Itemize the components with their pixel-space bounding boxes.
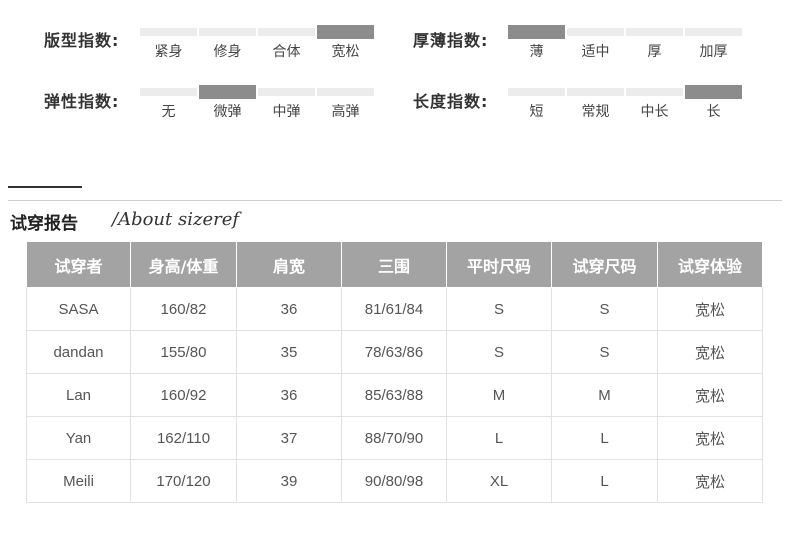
table-cell: S	[446, 287, 552, 331]
header-height-weight: 身高/体重	[130, 241, 237, 288]
elasticity-option: 微弹	[199, 85, 256, 128]
table-cell: 81/61/84	[341, 287, 447, 331]
length-option: 短	[508, 88, 565, 128]
fit-option: 修身	[199, 28, 256, 68]
header-tester: 试穿者	[26, 241, 131, 288]
thickness-index-label: 厚薄指数:	[413, 31, 489, 50]
table-cell: M	[551, 373, 658, 417]
table-cell: 宽松	[657, 373, 763, 417]
table-cell: 36	[236, 287, 342, 331]
section-divider	[8, 200, 782, 201]
table-cell: S	[551, 287, 658, 331]
header-experience: 试穿体验	[657, 241, 763, 288]
fit-index-label: 版型指数:	[44, 31, 120, 50]
table-row: Lan 160/92 36 85/63/88 M M 宽松	[26, 373, 763, 417]
table-header-row: 试穿者 身高/体重 肩宽 三围 平时尺码 试穿尺码 试穿体验	[26, 241, 763, 288]
table-cell: 170/120	[130, 459, 237, 503]
thickness-option: 适中	[567, 28, 624, 68]
length-option: 长	[685, 85, 742, 128]
fit-option: 合体	[258, 28, 315, 68]
header-shoulder: 肩宽	[236, 241, 342, 288]
table-cell: 36	[236, 373, 342, 417]
length-option: 常规	[567, 88, 624, 128]
table-cell: dandan	[26, 330, 131, 374]
length-index-label: 长度指数:	[413, 92, 489, 111]
table-cell: 宽松	[657, 330, 763, 374]
table-cell: 39	[236, 459, 342, 503]
table-cell: 162/110	[130, 416, 237, 460]
table-cell: 35	[236, 330, 342, 374]
table-cell: S	[551, 330, 658, 374]
fit-option: 紧身	[140, 28, 197, 68]
header-usual-size: 平时尺码	[446, 241, 552, 288]
table-cell: L	[551, 459, 658, 503]
elasticity-option: 无	[140, 88, 197, 128]
section-accent-rule	[8, 186, 82, 188]
table-cell: Meili	[26, 459, 131, 503]
table-cell: M	[446, 373, 552, 417]
table-cell: 160/82	[130, 287, 237, 331]
table-cell: 155/80	[130, 330, 237, 374]
thickness-option: 薄	[508, 25, 565, 68]
table-cell: L	[446, 416, 552, 460]
thickness-option: 厚	[626, 28, 683, 68]
header-tried-size: 试穿尺码	[551, 241, 658, 288]
elasticity-index-scale: 无 微弹 中弹 高弹	[140, 85, 374, 128]
length-index-scale: 短 常规 中长 长	[508, 85, 742, 128]
table-cell: 88/70/90	[341, 416, 447, 460]
fit-index-scale: 紧身 修身 合体 宽松	[140, 25, 374, 68]
elasticity-index-label: 弹性指数:	[44, 92, 120, 111]
report-subtitle: /About sizeref	[112, 209, 240, 230]
table-cell: Lan	[26, 373, 131, 417]
report-title: 试穿报告	[10, 214, 78, 234]
table-cell: L	[551, 416, 658, 460]
table-cell: SASA	[26, 287, 131, 331]
thickness-index-scale: 薄 适中 厚 加厚	[508, 25, 742, 68]
table-cell: 宽松	[657, 287, 763, 331]
table-cell: 85/63/88	[341, 373, 447, 417]
table-cell: Yan	[26, 416, 131, 460]
thickness-option: 加厚	[685, 28, 742, 68]
table-cell: 160/92	[130, 373, 237, 417]
elasticity-option: 中弹	[258, 88, 315, 128]
length-option: 中长	[626, 88, 683, 128]
table-row: SASA 160/82 36 81/61/84 S S 宽松	[26, 287, 763, 331]
table-row: dandan 155/80 35 78/63/86 S S 宽松	[26, 330, 763, 374]
elasticity-option: 高弹	[317, 88, 374, 128]
table-cell: 78/63/86	[341, 330, 447, 374]
table-cell: XL	[446, 459, 552, 503]
fit-option: 宽松	[317, 25, 374, 68]
table-cell: 宽松	[657, 459, 763, 503]
table-cell: 37	[236, 416, 342, 460]
table-cell: S	[446, 330, 552, 374]
table-row: Meili 170/120 39 90/80/98 XL L 宽松	[26, 459, 763, 503]
size-report-table: 试穿者 身高/体重 肩宽 三围 平时尺码 试穿尺码 试穿体验 SASA 160/…	[26, 241, 763, 503]
header-measurements: 三围	[341, 241, 447, 288]
table-cell: 90/80/98	[341, 459, 447, 503]
table-row: Yan 162/110 37 88/70/90 L L 宽松	[26, 416, 763, 460]
table-cell: 宽松	[657, 416, 763, 460]
